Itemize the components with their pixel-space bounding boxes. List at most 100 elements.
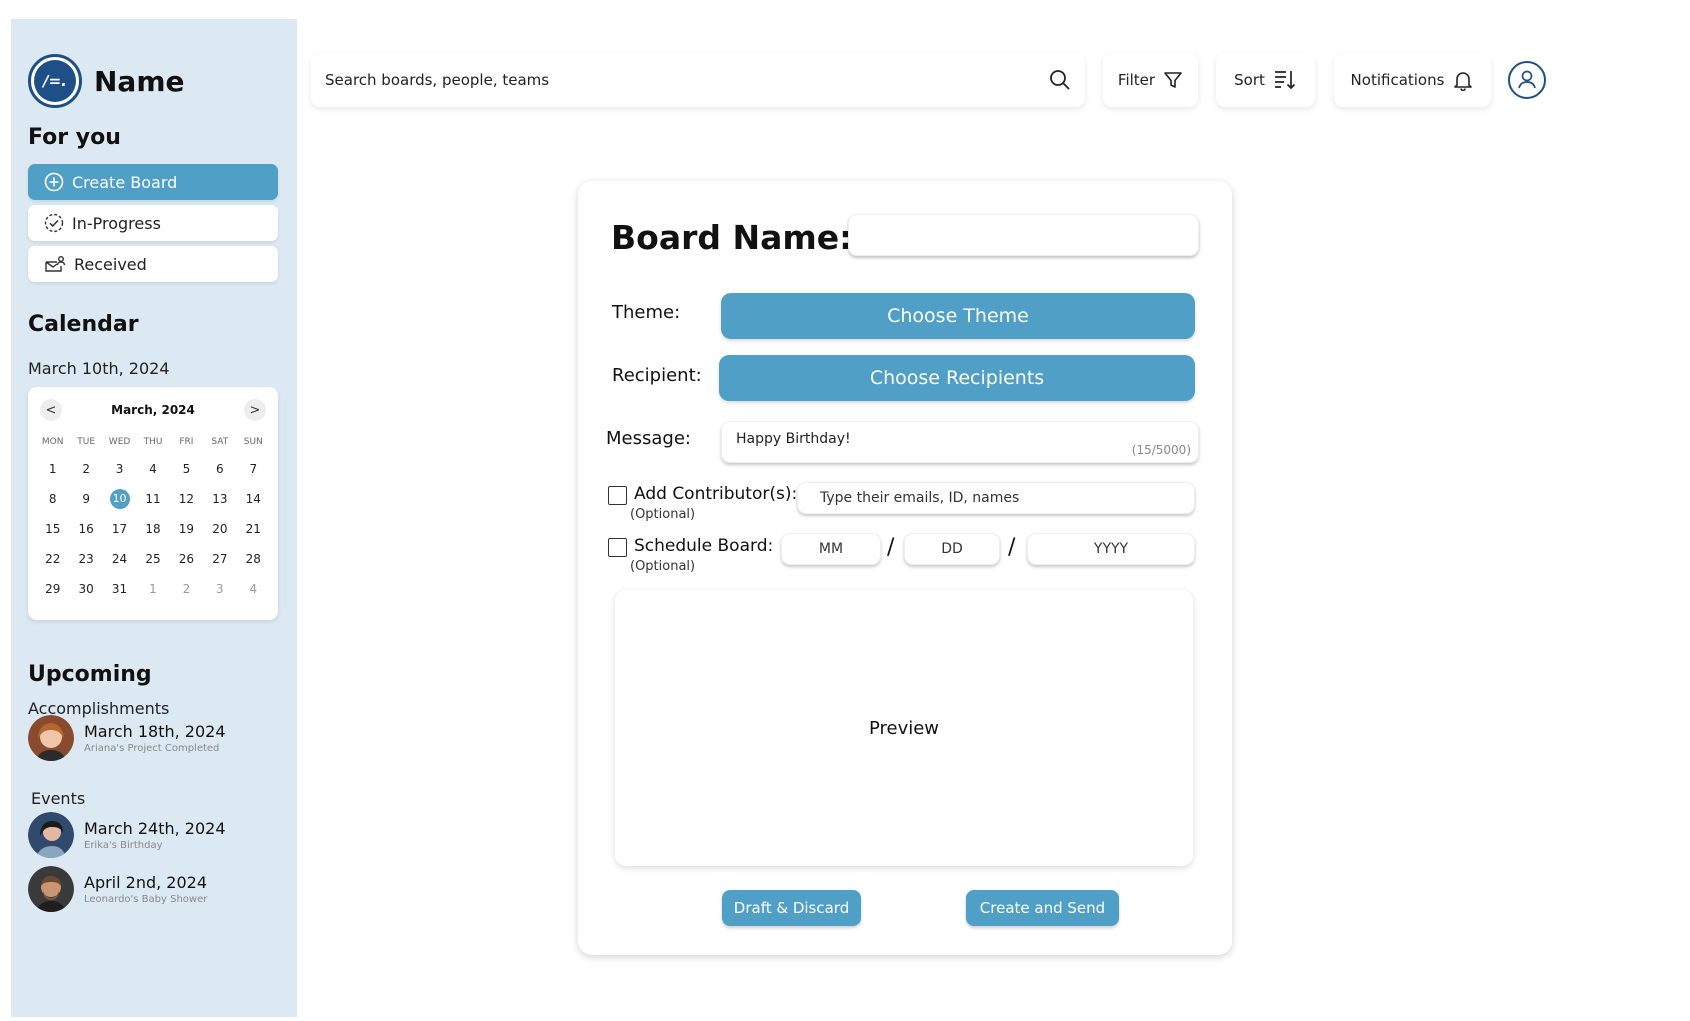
calendar-day[interactable]: 13 [203,489,236,509]
profile-button[interactable] [1508,61,1546,99]
calendar-day[interactable]: 3 [103,459,136,479]
calendar-day[interactable]: 23 [69,549,102,569]
user-icon [1518,70,1536,89]
avatar [28,715,74,761]
envelope-person-icon [45,256,66,272]
upcoming-date: March 24th, 2024 [84,819,226,838]
calendar-current-date: March 10th, 2024 [28,359,170,378]
calendar-title: Calendar [28,312,139,337]
calendar-day[interactable]: 5 [170,459,203,479]
calendar-day[interactable]: 14 [237,489,270,509]
calendar-day[interactable]: 16 [69,519,102,539]
message-label: Message: [606,428,691,449]
plus-circle-icon [44,172,64,192]
filter-button[interactable]: Filter [1103,53,1198,107]
calendar-day[interactable]: 20 [203,519,236,539]
choose-recipients-button[interactable]: Choose Recipients [719,355,1195,401]
for-you-title: For you [28,125,121,150]
calendar-day[interactable]: 31 [103,579,136,599]
message-field[interactable]: Happy Birthday! (15/5000) [721,421,1199,463]
logo-mark: /=. [34,60,76,102]
sidebar-item-create-board[interactable]: Create Board [28,164,278,200]
calendar-next-button[interactable]: > [244,399,266,421]
message-char-count: (15/5000) [1131,443,1191,457]
calendar-day[interactable]: 2 [170,579,203,599]
sort-button[interactable]: Sort [1216,53,1315,107]
calendar-day[interactable]: 15 [36,519,69,539]
create-send-button[interactable]: Create and Send [966,890,1119,926]
sort-icon [1274,71,1295,90]
search-input[interactable]: Search boards, people, teams [325,71,549,89]
upcoming-date: April 2nd, 2024 [84,873,208,892]
calendar-day[interactable]: 9 [69,489,102,509]
calendar-day[interactable]: 11 [136,489,169,509]
board-preview: Preview [615,590,1193,866]
upcoming-item[interactable]: March 24th, 2024 Erika's Birthday [28,812,226,858]
calendar-day[interactable]: 25 [136,549,169,569]
choose-theme-button[interactable]: Choose Theme [721,293,1195,339]
calendar-weekday: THU [143,437,163,447]
calendar-day[interactable]: 7 [237,459,270,479]
upcoming-item[interactable]: April 2nd, 2024 Leonardo's Baby Shower [28,866,207,912]
calendar-day[interactable]: 3 [203,579,236,599]
calendar-header: < March, 2024 > [40,399,266,421]
calendar-widget: < March, 2024 > MON TUE WED THU FRI SAT SUN 1 2 3… [28,387,278,620]
progress-check-icon [44,213,64,233]
brand-name: Name [94,64,185,98]
calendar-weekday: WED [108,437,131,447]
theme-label: Theme: [612,302,681,323]
sidebar-item-label: Create Board [72,172,178,192]
add-contributor-optional: (Optional) [630,507,696,522]
calendar-prev-button[interactable]: < [40,399,62,421]
draft-discard-button[interactable]: Draft & Discard [722,890,861,926]
calendar-weekday: MON [41,437,64,447]
avatar [28,812,74,858]
calendar-day[interactable]: 1 [36,459,69,479]
calendar-day[interactable]: 1 [136,579,169,599]
calendar-day[interactable]: 24 [103,549,136,569]
calendar-day[interactable]: 18 [136,519,169,539]
sidebar: /=. Name For you Create Board In-Progres… [11,19,297,1017]
upcoming-note: Erika's Birthday [84,840,163,851]
calendar-day[interactable]: 17 [103,519,136,539]
calendar-day[interactable]: 22 [36,549,69,569]
notifications-button[interactable]: Notifications [1334,53,1491,107]
avatar [28,866,74,912]
calendar-day[interactable]: 27 [203,549,236,569]
calendar-day[interactable]: 21 [237,519,270,539]
sidebar-item-label: Received [74,254,147,274]
calendar-grid: MON TUE WED THU FRI SAT SUN 1 2 3 4 5 6 7 8 9 10 11 12 13 14… [36,435,270,599]
schedule-board-checkbox[interactable] [608,538,627,557]
add-contributor-checkbox[interactable] [608,486,627,505]
calendar-weekday: FRI [179,437,194,447]
calendar-day[interactable]: 30 [69,579,102,599]
search-icon[interactable] [1049,69,1071,91]
sidebar-item-received[interactable]: Received [28,246,278,282]
calendar-day[interactable]: 8 [36,489,69,509]
calendar-day[interactable]: 19 [170,519,203,539]
calendar-day[interactable]: 28 [237,549,270,569]
calendar-day[interactable]: 26 [170,549,203,569]
calendar-day[interactable]: 4 [136,459,169,479]
board-name-label: Board Name: [611,218,853,257]
board-name-input[interactable] [848,214,1199,256]
contributor-input[interactable]: Type their emails, ID, names [797,482,1195,514]
calendar-day[interactable]: 2 [69,459,102,479]
brand[interactable]: /=. Name [28,54,185,108]
schedule-month-input[interactable]: MM [781,533,881,565]
calendar-day[interactable]: 6 [203,459,236,479]
schedule-day-input[interactable]: DD [904,533,1000,565]
filter-label: Filter [1117,71,1156,89]
calendar-day[interactable]: 4 [237,579,270,599]
notifications-label: Notifications [1350,71,1445,89]
calendar-day-selected[interactable]: 10 [103,489,136,509]
schedule-year-input[interactable]: YYYY [1027,533,1195,565]
search-bar[interactable]: Search boards, people, teams [311,53,1085,107]
calendar-day[interactable]: 12 [170,489,203,509]
create-board-card: Board Name: Theme: Choose Theme Recipien… [578,181,1232,955]
sidebar-item-label: In-Progress [72,213,161,233]
upcoming-item[interactable]: March 18th, 2024 Ariana's Project Comple… [28,715,226,761]
sidebar-item-in-progress[interactable]: In-Progress [28,205,278,241]
add-contributor-label: Add Contributor(s): [634,484,798,504]
calendar-day[interactable]: 29 [36,579,69,599]
